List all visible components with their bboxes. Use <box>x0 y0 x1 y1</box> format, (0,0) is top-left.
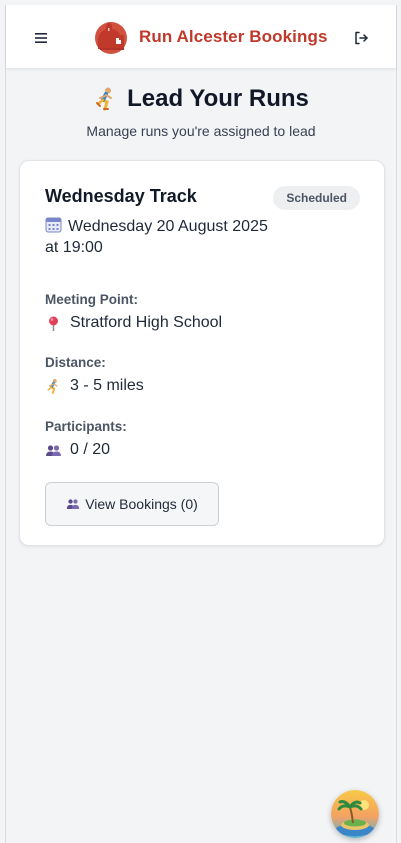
view-bookings-button[interactable]: View Bookings (0) <box>45 482 219 526</box>
brand-title: Run Alcester Bookings <box>139 27 328 46</box>
status-badge: Scheduled <box>273 186 360 210</box>
page-subtitle: Manage runs you're assigned to lead <box>86 123 316 139</box>
hamburger-menu-icon <box>35 33 47 43</box>
app-frame: Run Alcester Bookings Lead Your Runs Man… <box>5 5 397 843</box>
page-heading: Lead Your Runs <box>127 85 309 112</box>
meeting-point-text: Stratford High School <box>70 314 223 331</box>
brand-link[interactable]: Run Alcester Bookings <box>92 19 328 55</box>
page-title: Lead Your Runs <box>6 85 396 113</box>
run-date: Wednesday 20 August 2025 <box>68 218 268 235</box>
church-logo-icon <box>95 22 127 54</box>
hamburger-menu-button[interactable] <box>28 25 54 51</box>
distance-label: Distance: <box>45 355 106 370</box>
participants-value: 0 / 20 <box>45 441 110 459</box>
calendar-icon <box>45 217 62 233</box>
distance-text: 3 - 5 miles <box>70 377 144 394</box>
run-title: Wednesday Track <box>45 186 197 206</box>
pushpin-icon <box>49 316 58 331</box>
run-card: Wednesday Track Scheduled Wednesday 20 A… <box>19 160 385 546</box>
run-datetime: Wednesday 20 August 2025 at 19:00 <box>45 216 285 258</box>
people-icon <box>46 444 61 456</box>
logout-button[interactable] <box>348 25 374 51</box>
runner-icon <box>96 87 113 111</box>
meeting-point-label: Meeting Point: <box>45 292 138 307</box>
people-icon <box>67 499 80 509</box>
logout-icon <box>355 31 368 45</box>
meeting-point-value: Stratford High School <box>45 314 222 332</box>
run-time: at 19:00 <box>45 239 103 256</box>
participants-text: 0 / 20 <box>70 441 111 458</box>
participants-label: Participants: <box>45 419 127 434</box>
top-navbar: Run Alcester Bookings <box>6 5 396 69</box>
runner-icon <box>47 378 58 394</box>
island-icon <box>331 790 379 838</box>
distance-value: 3 - 5 miles <box>45 377 144 395</box>
floating-action-button[interactable] <box>331 790 379 838</box>
view-bookings-label: View Bookings (0) <box>85 496 198 512</box>
